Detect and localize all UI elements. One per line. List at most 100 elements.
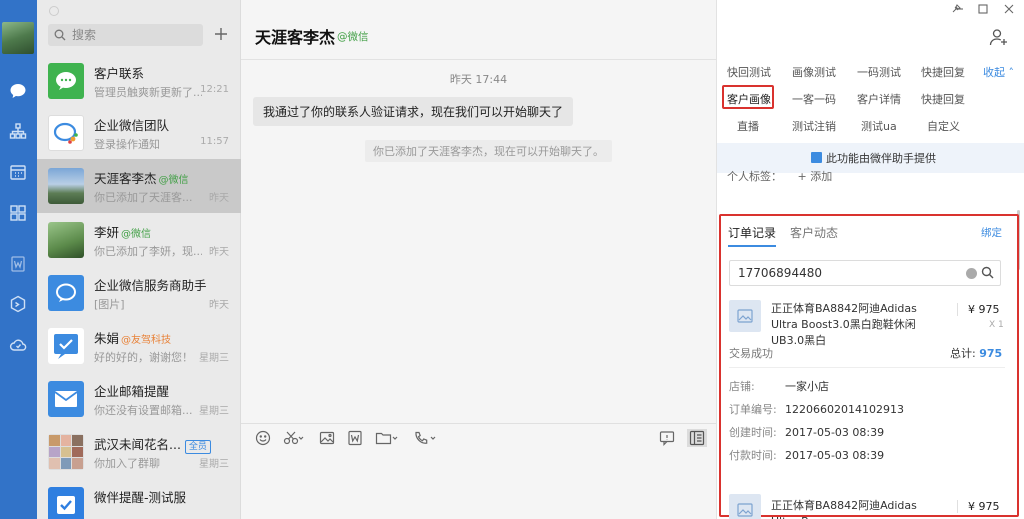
contact-avatar	[48, 222, 84, 258]
cloud-icon[interactable]	[6, 333, 30, 357]
paid-time-field: 付款时间: 2017-05-03 08:39	[729, 449, 885, 462]
conversation-preview: 你还没有设置邮箱...	[94, 404, 193, 417]
org-chart-icon[interactable]	[6, 119, 30, 143]
product-title: 正正体育BA8842阿迪Adidas Ultra Boost3.0黑白跑鞋休闲U…	[771, 302, 917, 347]
conversation-item-active[interactable]: 天涯客李杰 @微信 你已添加了天涯客... 昨天	[37, 159, 241, 213]
created-time-field: 创建时间: 2017-05-03 08:39	[729, 426, 885, 439]
conversation-title: 客户联系	[94, 66, 145, 81]
conversation-preview: 你已添加了李妍，现...	[94, 245, 202, 258]
conversation-preview: 好的好的，谢谢您！	[94, 351, 193, 364]
calendar-icon[interactable]	[6, 160, 30, 184]
conversation-item[interactable]: 企业微信团队 登录操作通知 11:57	[37, 106, 241, 160]
bind-link[interactable]: 绑定	[981, 225, 1002, 240]
conversation-time: 昨天	[209, 247, 229, 258]
order-total: 总计: 975	[950, 347, 1003, 360]
collapse-button[interactable]: 收起 ˄	[983, 64, 1014, 80]
product-qty: X 1	[989, 320, 1004, 330]
conversation-time: 11:57	[200, 136, 229, 147]
tool-button[interactable]: 画像测试	[792, 64, 836, 80]
order-status: 交易成功	[729, 347, 773, 360]
message-bubble[interactable]: 我通过了你的联系人验证请求，现在我们可以开始聊天了	[253, 97, 574, 126]
word-doc-icon[interactable]	[347, 429, 363, 447]
tool-button[interactable]: 一客一码	[792, 91, 836, 107]
contact-avatar	[48, 168, 84, 204]
emoji-icon[interactable]	[255, 429, 271, 447]
conversation-preview: [图片]	[94, 298, 125, 311]
tool-button[interactable]: 快回测试	[727, 64, 771, 80]
order-number-field: 订单编号: 12206602014102913	[729, 403, 904, 416]
conversation-item[interactable]: 李妍 @微信 你已添加了李妍，现... 昨天	[37, 213, 241, 267]
image-icon[interactable]	[319, 429, 335, 447]
user-avatar[interactable]	[2, 22, 34, 54]
product-price: ¥ 975	[957, 303, 1000, 316]
system-message: 你已添加了天涯客李杰，现在可以开始聊天了。	[365, 140, 612, 162]
conversation-item[interactable]: 客户联系 管理员触爽新更新了... 12:21	[37, 54, 241, 108]
group-avatar	[48, 434, 84, 470]
minimize-icon[interactable]	[949, 2, 969, 16]
tool-button[interactable]: 客户详情	[857, 91, 901, 107]
scissors-icon[interactable]	[283, 429, 305, 447]
chat-area: 天涯客李杰 @微信 昨天 17:44 我通过了你的联系人验证请求，现在我们可以开…	[241, 0, 716, 519]
close-icon[interactable]	[999, 2, 1019, 16]
conversation-preview: 管理员触爽新更新了...	[94, 86, 202, 99]
chat-header: 天涯客李杰 @微信	[241, 0, 716, 60]
product-image-icon	[729, 300, 761, 332]
tool-button[interactable]: 快捷回复	[921, 64, 965, 80]
conversation-item[interactable]: 朱娟 @友驾科技 好的好的，谢谢您！ 星期三	[37, 319, 241, 373]
store-field: 店铺: 一家小店	[729, 380, 829, 393]
maximize-icon[interactable]	[973, 2, 993, 16]
conversation-title: 朱娟 @友驾科技	[94, 331, 172, 346]
conversation-item[interactable]: 企业微信服务商助手 [图片] 昨天	[37, 266, 241, 320]
chat-check-icon	[48, 328, 84, 364]
divider	[729, 367, 1005, 368]
conversation-time: 昨天	[209, 193, 229, 204]
search-icon	[54, 29, 66, 41]
all-members-badge: 全员	[184, 440, 211, 454]
add-icon[interactable]	[212, 25, 230, 43]
order-search-value: 17706894480	[738, 266, 822, 280]
tab-customer-activity[interactable]: 客户动态	[790, 224, 838, 241]
conversation-preview: 你已添加了天涯客...	[94, 191, 193, 204]
tags-label: 个人标签：	[727, 170, 782, 183]
conversation-item[interactable]: 企业邮箱提醒 你还没有设置邮箱... 星期三	[37, 372, 241, 426]
message-input[interactable]	[241, 451, 716, 519]
add-tag-button[interactable]: + 添加	[798, 170, 833, 183]
chat-contact-source: @微信	[337, 31, 369, 43]
tool-button[interactable]: 测试ua	[861, 118, 897, 134]
minimize-dot-icon	[49, 6, 59, 16]
provided-by-text: 此功能由微伴助手提供	[826, 152, 936, 165]
box-icon[interactable]	[6, 292, 30, 316]
conversation-list: 客户联系 管理员触爽新更新了... 12:21 企业微信团队 登录操作通知 11…	[37, 0, 241, 519]
comment-icon[interactable]	[659, 429, 675, 447]
side-nav	[0, 0, 37, 519]
conversation-title: 微伴提醒-测试服	[94, 490, 187, 505]
tool-button[interactable]: 一码测试	[857, 64, 901, 80]
conversation-title: 企业微信服务商助手	[94, 278, 207, 293]
folder-icon[interactable]	[375, 429, 399, 447]
add-contact-icon[interactable]	[989, 27, 1009, 47]
search-icon[interactable]	[981, 266, 994, 282]
search-input[interactable]	[72, 28, 192, 42]
conversation-item[interactable]: 微伴提醒-测试服	[37, 478, 241, 519]
right-panel: 快回测试 画像测试 一码测试 快捷回复 收起 ˄ 客户画像 一客一码 客户详情 …	[716, 0, 1024, 519]
tool-button-customer-profile[interactable]: 客户画像	[727, 91, 771, 107]
phone-icon[interactable]	[413, 429, 437, 447]
sidebar-panel-icon[interactable]	[687, 429, 707, 447]
chat-bubble-icon[interactable]	[6, 79, 30, 103]
tool-button[interactable]: 直播	[737, 118, 759, 134]
conversation-time: 星期三	[199, 353, 229, 364]
tool-button[interactable]: 快捷回复	[921, 91, 965, 107]
doc-icon[interactable]	[6, 252, 30, 276]
conversation-title: 武汉未闻花名... 全员	[94, 434, 211, 454]
conversation-title: 天涯客李杰 @微信	[94, 171, 189, 186]
order-search-field[interactable]: 17706894480	[729, 260, 1001, 286]
apps-grid-icon[interactable]	[6, 201, 30, 225]
tab-orders[interactable]: 订单记录	[728, 224, 777, 247]
tool-button[interactable]: 测试注销	[792, 118, 836, 134]
tool-button[interactable]: 自定义	[927, 118, 960, 134]
personal-tags: 个人标签： + 添加	[727, 168, 832, 184]
product-price: ¥ 975	[957, 500, 1000, 513]
clear-icon[interactable]	[966, 268, 977, 279]
search-box[interactable]	[48, 24, 203, 46]
conversation-item[interactable]: 武汉未闻花名... 全员 你加入了群聊 星期三	[37, 425, 241, 479]
